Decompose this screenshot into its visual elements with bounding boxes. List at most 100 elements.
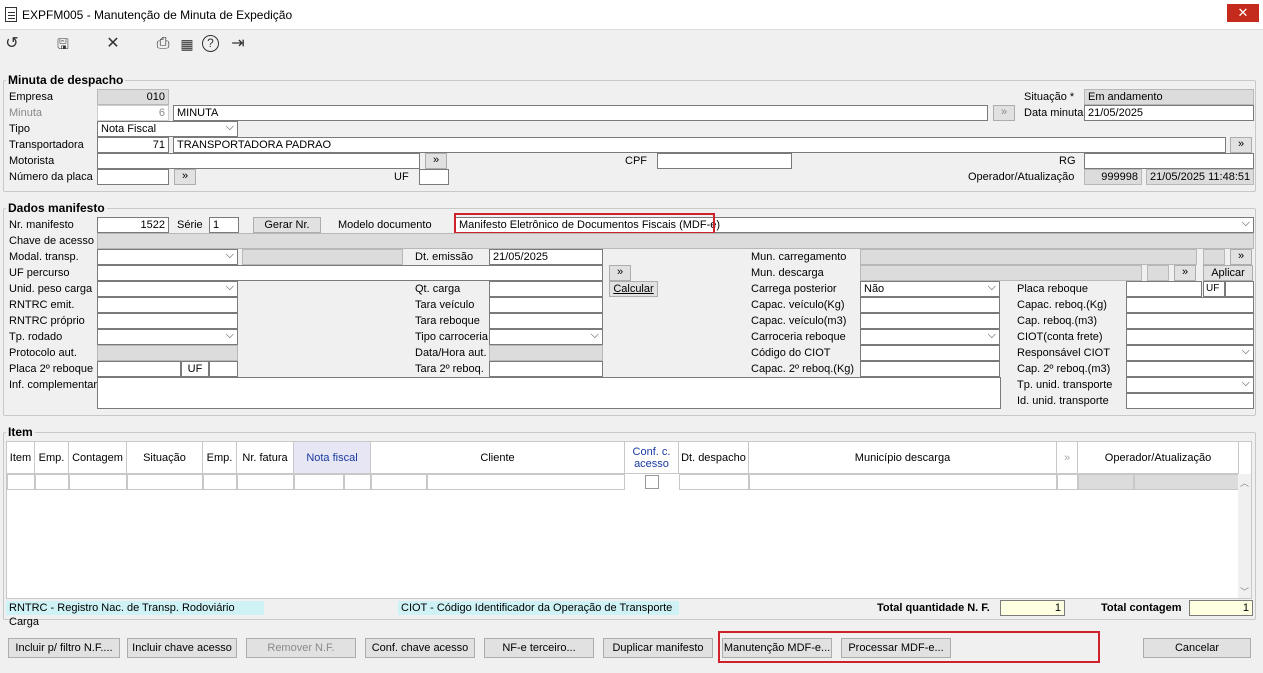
incluir-chave-acesso-button[interactable]: Incluir chave acesso: [127, 638, 237, 658]
minuta-description-field[interactable]: MINUTA: [173, 105, 988, 121]
calendar-icon[interactable]: ▦: [176, 34, 198, 54]
motorista-lookup-button[interactable]: »: [425, 153, 447, 169]
table-row-cell[interactable]: [7, 474, 35, 490]
date-lookup-button[interactable]: »: [993, 105, 1015, 121]
cancel-icon[interactable]: ✕: [102, 34, 124, 54]
mun-carregamento-lookup-button[interactable]: »: [1230, 249, 1252, 265]
col-dt-despacho-header[interactable]: Dt. despacho: [679, 442, 749, 474]
transportadora-lookup-button[interactable]: »: [1230, 137, 1252, 153]
col-nota-fiscal-header[interactable]: Nota fiscal: [294, 442, 371, 474]
save-icon[interactable]: 🖫: [52, 34, 74, 54]
capac2-reboque-field[interactable]: [860, 361, 1000, 377]
col-conf-acesso-header[interactable]: Conf. c. acesso: [625, 442, 679, 474]
unid-peso-select[interactable]: [97, 281, 238, 297]
table-row-cell[interactable]: [344, 474, 371, 490]
nr-manifesto-field[interactable]: 1522: [97, 217, 169, 233]
table-row-cell[interactable]: [203, 474, 237, 490]
carroceria-reboque-select[interactable]: [860, 329, 1000, 345]
table-row-cell[interactable]: [371, 474, 427, 490]
incluir-filtro-nf-button[interactable]: Incluir p/ filtro N.F....: [8, 638, 120, 658]
rntrc-proprio-field[interactable]: [97, 313, 238, 329]
print-icon[interactable]: ⎙: [152, 34, 174, 54]
capac-reboq-kg-field[interactable]: [1126, 297, 1254, 313]
calcular-button[interactable]: Calcular: [609, 281, 658, 297]
col-nr-fatura-header[interactable]: Nr. fatura: [237, 442, 294, 474]
col-municipio-header[interactable]: Município descarga: [749, 442, 1057, 474]
tipo-carroceria-select[interactable]: [489, 329, 603, 345]
col-emp2-header[interactable]: Emp.: [203, 442, 237, 474]
placa-field[interactable]: [97, 169, 169, 185]
uf-percurso-lookup-button[interactable]: »: [609, 265, 631, 281]
tara-veiculo-field[interactable]: [489, 297, 603, 313]
tp-unid-transporte-select[interactable]: [1126, 377, 1254, 393]
duplicar-manifesto-button[interactable]: Duplicar manifesto: [603, 638, 713, 658]
data-minuta-field[interactable]: 21/05/2025: [1084, 105, 1254, 121]
col-emp-header[interactable]: Emp.: [35, 442, 69, 474]
ciot-frete-field[interactable]: [1126, 329, 1254, 345]
col-item-header[interactable]: Item: [7, 442, 35, 474]
cap2-m3-field[interactable]: [1126, 361, 1254, 377]
rntrc-emit-field[interactable]: [97, 297, 238, 313]
transportadora-name-field[interactable]: TRANSPORTADORA PADRAO: [173, 137, 1226, 153]
app-document-icon: [5, 7, 17, 22]
motorista-field[interactable]: [97, 153, 420, 169]
codigo-ciot-field[interactable]: [860, 345, 1000, 361]
capac-veiculo-m3-field[interactable]: [860, 313, 1000, 329]
placa-lookup-button[interactable]: »: [174, 169, 196, 185]
conf-acesso-checkbox[interactable]: [645, 475, 659, 489]
mun-descarga-lookup-button[interactable]: »: [1174, 265, 1196, 281]
table-vertical-scrollbar[interactable]: ︿ ﹀: [1238, 474, 1251, 598]
tara-reboque-field[interactable]: [489, 313, 603, 329]
uf-field[interactable]: [419, 169, 449, 185]
items-table[interactable]: Item Emp. Contagem Situação Emp. Nr. fat…: [6, 441, 1252, 599]
table-row-cell[interactable]: [69, 474, 127, 490]
dt-emissao-field[interactable]: 21/05/2025: [489, 249, 603, 265]
table-row-cell[interactable]: [427, 474, 625, 490]
nfe-terceiro-button[interactable]: NF-e terceiro...: [484, 638, 594, 658]
close-window-button[interactable]: ✕: [1227, 4, 1259, 22]
inf-complementar-textarea[interactable]: [97, 377, 1001, 409]
cpf-field[interactable]: [657, 153, 792, 169]
placa-reboque-field[interactable]: [1126, 281, 1202, 297]
transportadora-code-field[interactable]: 71: [97, 137, 169, 153]
rg-field[interactable]: [1084, 153, 1254, 169]
cancelar-button[interactable]: Cancelar: [1143, 638, 1251, 658]
id-unid-transporte-field[interactable]: [1126, 393, 1254, 409]
undo-icon[interactable]: ↺: [1, 34, 23, 54]
col-cliente-header[interactable]: Cliente: [371, 442, 625, 474]
conf-chave-acesso-button[interactable]: Conf. chave acesso: [365, 638, 475, 658]
col-contagem-header[interactable]: Contagem: [69, 442, 127, 474]
col-municipio-lookup-icon[interactable]: »: [1057, 442, 1078, 474]
table-row-cell[interactable]: [127, 474, 203, 490]
capac-veiculo-kg-field[interactable]: [860, 297, 1000, 313]
qt-carga-field[interactable]: [489, 281, 603, 297]
gerar-nr-button[interactable]: Gerar Nr.: [253, 217, 321, 233]
help-icon[interactable]: ?: [202, 35, 219, 52]
serie-field[interactable]: 1: [209, 217, 239, 233]
uf-percurso-field[interactable]: [97, 265, 603, 281]
table-row-cell[interactable]: [35, 474, 69, 490]
aplicar-button[interactable]: Aplicar: [1203, 265, 1253, 281]
table-row-cell[interactable]: [679, 474, 749, 490]
modal-transp-select[interactable]: [97, 249, 238, 265]
empresa-field[interactable]: 010: [97, 89, 169, 105]
remover-nf-button[interactable]: Remover N.F.: [246, 638, 356, 658]
tp-rodado-select[interactable]: [97, 329, 238, 345]
table-row-cell[interactable]: [237, 474, 294, 490]
placa2-uf-field[interactable]: [209, 361, 238, 377]
scroll-up-icon[interactable]: ︿: [1240, 476, 1249, 489]
col-operador-header[interactable]: Operador/Atualização: [1078, 442, 1239, 474]
tipo-select[interactable]: Nota Fiscal: [97, 121, 238, 137]
table-row-cell[interactable]: [1057, 474, 1078, 490]
placa2-reboque-field[interactable]: [97, 361, 181, 377]
col-situacao-header[interactable]: Situação: [127, 442, 203, 474]
carrega-posterior-select[interactable]: Não: [860, 281, 1000, 297]
table-row-cell[interactable]: [294, 474, 344, 490]
placa-reboque-uf-field[interactable]: [1225, 281, 1254, 297]
responsavel-ciot-select[interactable]: [1126, 345, 1254, 361]
tara2-reboque-field[interactable]: [489, 361, 603, 377]
scroll-down-icon[interactable]: ﹀: [1240, 585, 1249, 598]
cap-reboq-m3-field[interactable]: [1126, 313, 1254, 329]
table-row-cell[interactable]: [749, 474, 1057, 490]
exit-icon[interactable]: ⇥: [227, 34, 249, 54]
